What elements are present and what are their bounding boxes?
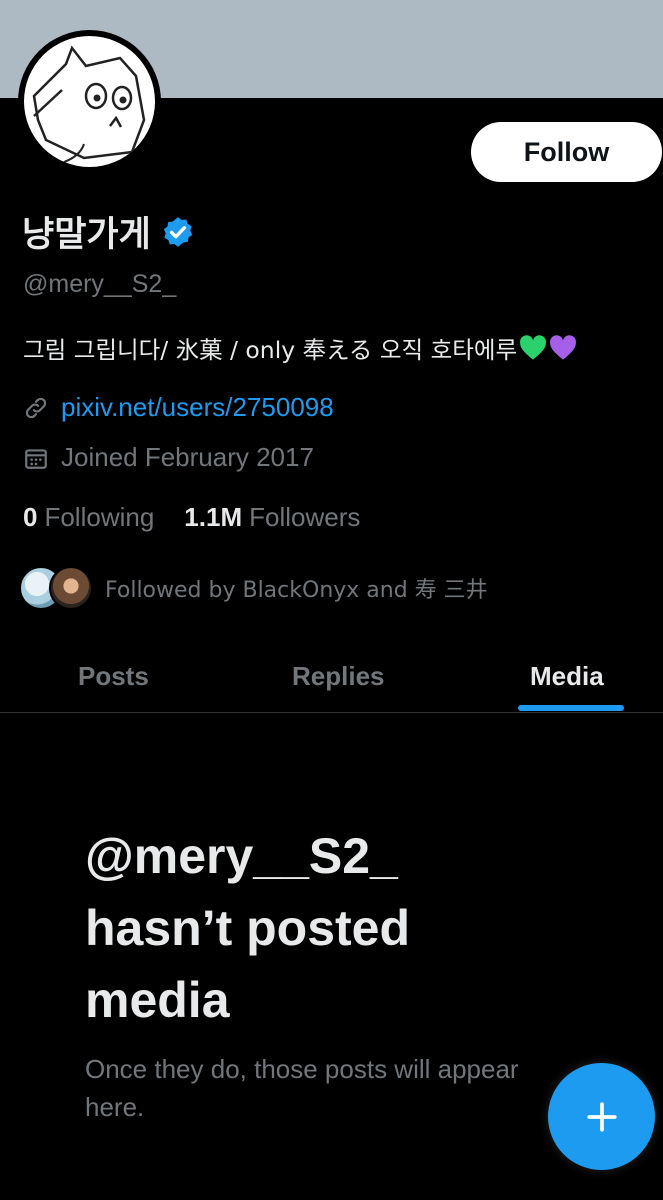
followed-by-text: Followed by BlackOnyx and 寿 三井 (105, 578, 488, 603)
joined-date: Joined February 2017 (61, 442, 314, 472)
followed-by-row[interactable]: Followed by BlackOnyx and 寿 三井 (19, 566, 488, 610)
tab-replies[interactable]: Replies (292, 640, 385, 712)
following-label: Following (44, 502, 155, 532)
website-link[interactable]: pixiv.net/users/2750098 (61, 392, 334, 423)
calendar-icon (25, 448, 47, 469)
purple-heart-icon (550, 335, 577, 360)
bio-text: 그림 그립니다/ 氷菓 / only 奉える 오직 호타에루 (23, 336, 518, 364)
profile-website: pixiv.net/users/2750098 (23, 392, 334, 423)
followers-label: Followers (249, 502, 361, 532)
follower-avatar (49, 566, 93, 610)
followers-count: 1.1M (184, 502, 243, 532)
following-stat[interactable]: 0 Following (23, 502, 154, 533)
profile-avatar[interactable] (18, 30, 161, 173)
follow-button[interactable]: Follow (471, 122, 662, 182)
empty-state-subtitle: Once they do, those posts will appear he… (85, 1054, 519, 1122)
compose-button[interactable] (548, 1063, 655, 1170)
link-icon (25, 397, 47, 418)
verified-badge-icon[interactable] (161, 215, 195, 249)
plus-icon (586, 1101, 617, 1132)
profile-tabs: Posts Replies Media (0, 640, 663, 713)
display-name: 냥말가게 (22, 215, 151, 255)
following-count: 0 (23, 502, 38, 532)
profile-name-row: 냥말가게 (22, 206, 195, 257)
profile-bio: 그림 그립니다/ 氷菓 / only 奉える 오직 호타에루 (23, 331, 577, 365)
active-tab-indicator (518, 705, 624, 711)
profile-joined: Joined February 2017 (23, 442, 314, 473)
followers-stat[interactable]: 1.1M Followers (184, 502, 360, 533)
profile-handle: @mery__S2_ (23, 270, 177, 298)
tab-posts[interactable]: Posts (78, 640, 149, 712)
follow-stats: 0 Following 1.1M Followers (23, 502, 360, 533)
empty-state-title: @mery__S2_ hasn’t posted media (85, 828, 411, 1028)
tab-media[interactable]: Media (530, 640, 604, 712)
green-heart-icon (520, 335, 547, 360)
